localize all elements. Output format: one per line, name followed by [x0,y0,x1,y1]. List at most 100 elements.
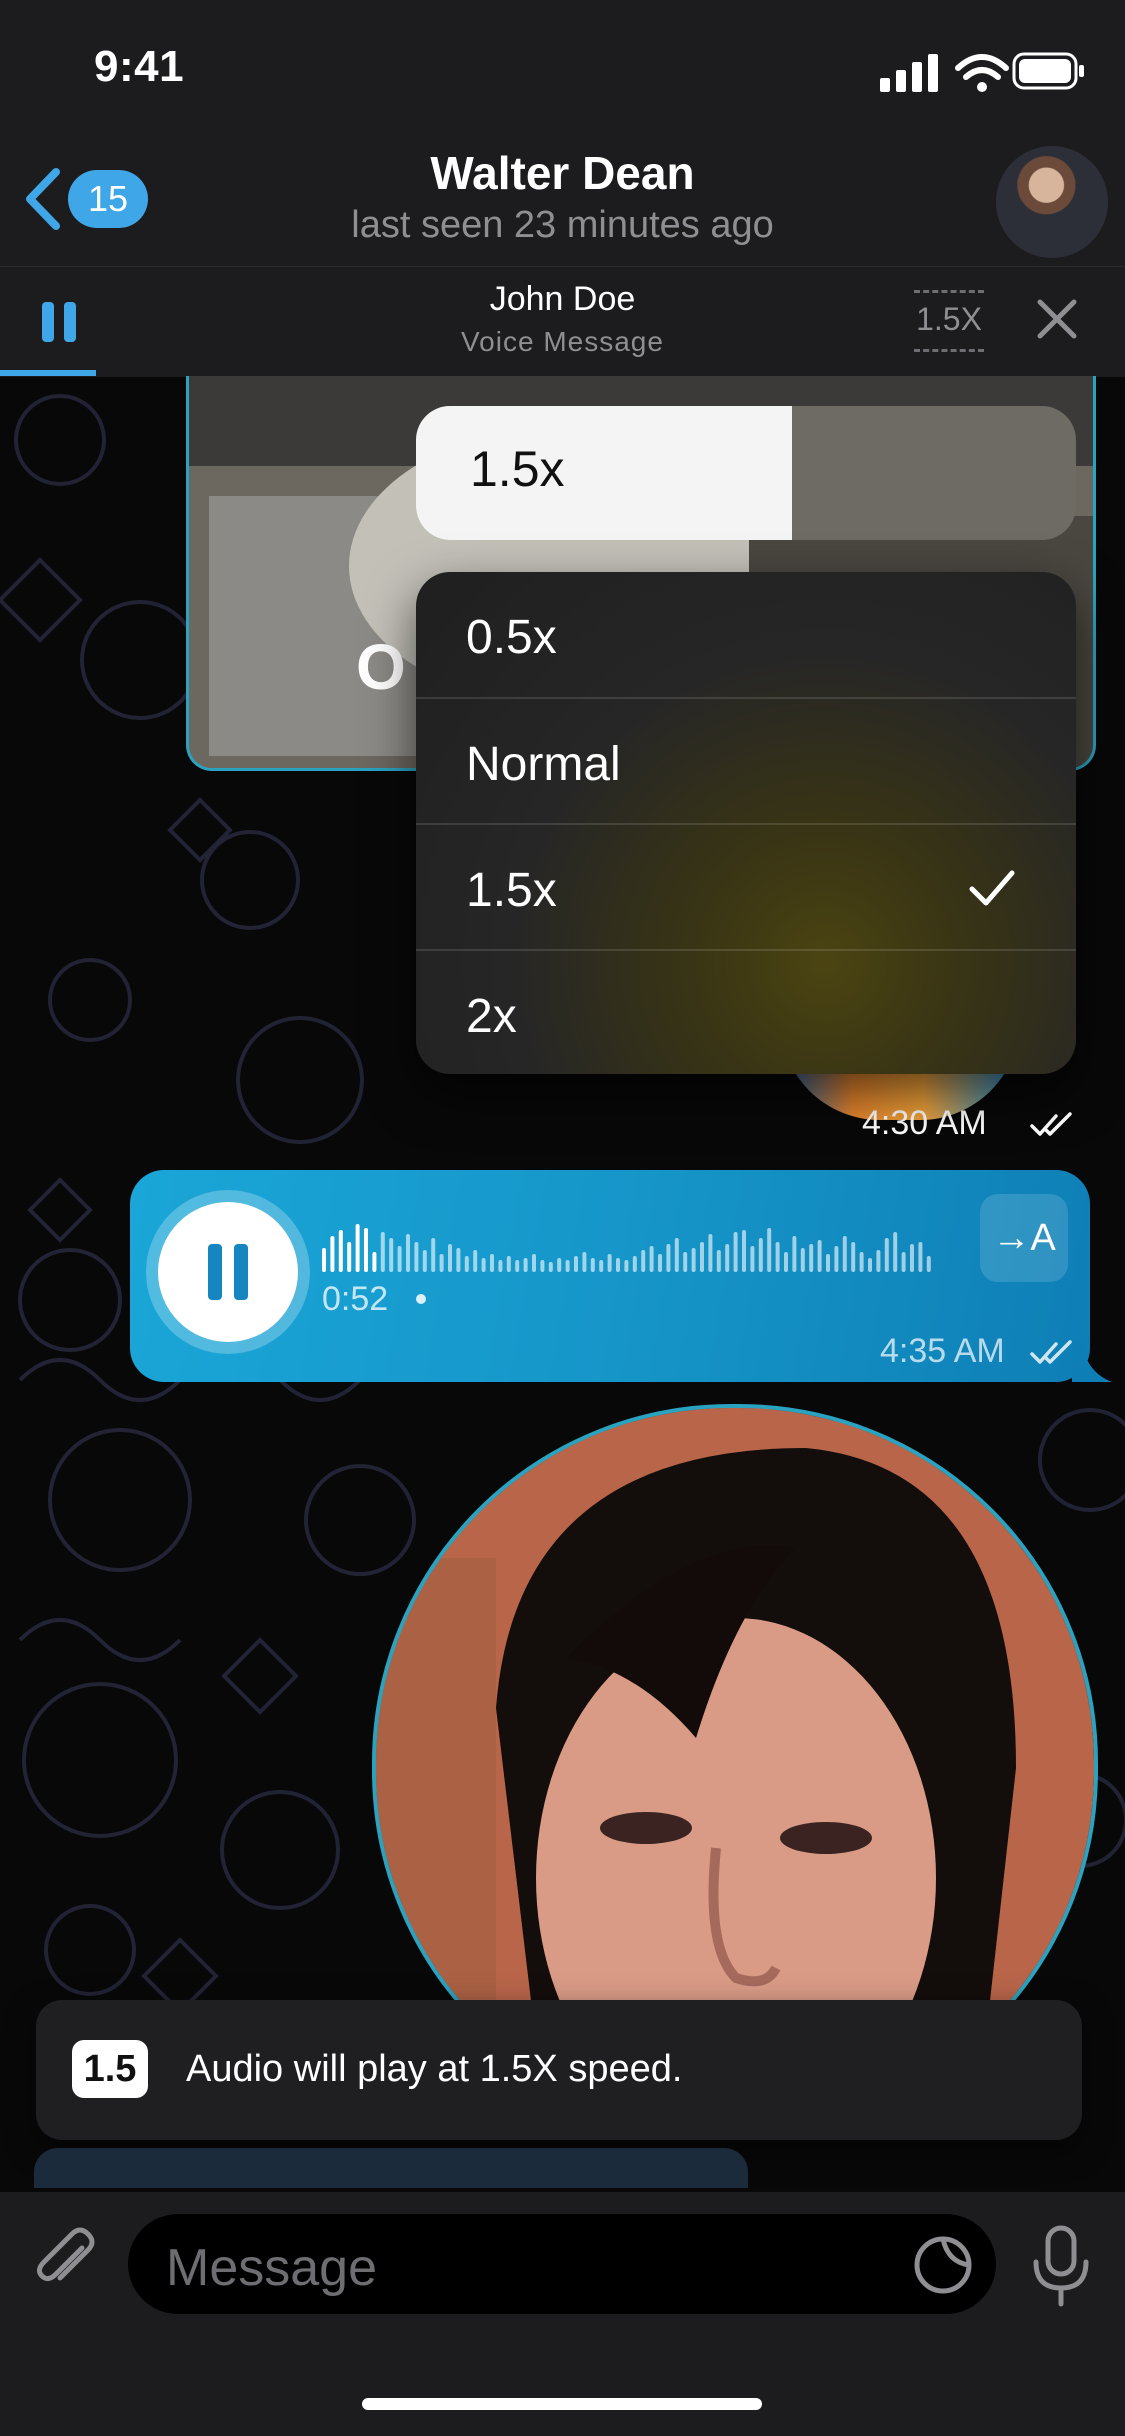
waveform-bar [784,1252,788,1272]
waveform-bar [868,1258,872,1272]
waveform-bar [481,1258,486,1272]
waveform-bar [490,1254,494,1272]
waveform-bar [557,1258,562,1272]
waveform-bar [389,1238,394,1272]
video-caption-text: O [356,631,406,703]
voice-waveform[interactable] [322,1218,942,1274]
waveform-bar [658,1254,662,1272]
waveform-bar [406,1234,410,1272]
status-icons [878,46,1088,96]
speed-badge-icon: 1.5 [72,2040,148,2098]
waveform-bar [851,1242,856,1272]
waveform-bar [582,1252,587,1272]
waveform-bar [422,1250,427,1272]
waveform-bar [414,1242,419,1272]
waveform-bar [641,1250,646,1272]
waveform-bar [700,1242,704,1272]
waveform-bar [742,1230,746,1272]
microphone-icon[interactable] [1028,2224,1094,2308]
waveform-bar [330,1236,335,1272]
transcribe-button[interactable]: →A [980,1194,1068,1282]
read-checkmarks-icon [1030,1340,1074,1366]
waveform-bar [708,1234,713,1272]
waveform-bar [792,1236,797,1272]
speed-option-0-5x[interactable]: 0.5x [416,572,1076,697]
status-time: 9:41 [94,42,185,91]
waveform-bar [448,1244,452,1272]
attach-icon[interactable] [30,2226,102,2298]
waveform-bar [431,1238,436,1272]
chat-title[interactable]: Walter Dean [0,146,1125,200]
waveform-bar [674,1238,679,1272]
speed-slider-value: 1.5x [470,441,565,497]
waveform-bar [439,1254,444,1272]
bubble-tail [1072,1342,1112,1382]
waveform-bar [800,1248,805,1272]
waveform-bar [624,1260,629,1272]
waveform-bar [775,1242,780,1272]
waveform-bar [809,1244,814,1272]
close-icon[interactable] [1034,296,1080,342]
waveform-bar [876,1250,881,1272]
read-checkmarks-icon [1030,1112,1074,1138]
voice-duration: 0:52 [322,1280,389,1318]
waveform-bar [817,1240,822,1272]
waveform-bar [473,1250,478,1272]
contact-avatar[interactable] [996,146,1108,258]
waveform-bar [599,1260,604,1272]
waveform-bar [498,1260,503,1272]
waveform-bar [338,1230,343,1272]
speed-option-normal[interactable]: Normal [416,699,1076,824]
waveform-bar [901,1252,906,1272]
waveform-bar [733,1232,738,1272]
waveform-bar [716,1250,721,1272]
waveform-bar [532,1254,536,1272]
player-progress-bar [0,370,96,376]
checkmark-icon [968,869,1016,909]
waveform-bar [523,1258,528,1272]
waveform-bar [683,1252,688,1272]
speed-option-1-5x[interactable]: 1.5x [416,825,1076,950]
waveform-bar [574,1256,578,1272]
waveform-bar [506,1256,511,1272]
waveform-bar [607,1254,612,1272]
waveform-bar [322,1248,326,1272]
waveform-bar [616,1258,620,1272]
speed-option-label: Normal [466,738,621,791]
waveform-bar [884,1238,889,1272]
waveform-bar [918,1242,923,1272]
waveform-bar [548,1262,553,1272]
waveform-bar [758,1238,763,1272]
waveform-bar [380,1232,385,1272]
playback-speed-icon[interactable]: 1.5X [914,290,984,352]
waveform-bar [926,1256,931,1272]
waveform-bar [397,1246,402,1272]
message-bubble-partial [34,2148,748,2188]
speed-option-label: 0.5x [466,611,557,664]
waveform-bar [859,1252,864,1272]
waveform-bar [842,1236,847,1272]
waveform-bar [540,1260,545,1272]
waveform-bar [632,1256,637,1272]
waveform-bar [364,1228,368,1272]
toast-message: Audio will play at 1.5X speed. [186,2048,683,2090]
waveform-bar [691,1248,696,1272]
message-placeholder: Message [166,2239,377,2297]
waveform-bar [826,1254,830,1272]
chat-subtitle: last seen 23 minutes ago [351,204,774,246]
unplayed-dot [416,1294,426,1304]
waveform-bar [767,1228,772,1272]
speed-option-label: 1.5x [466,864,557,917]
waveform-bar [372,1252,377,1272]
waveform-bar [515,1260,520,1272]
waveform-bar [649,1246,654,1272]
waveform-bar [834,1246,839,1272]
waveform-bar [456,1248,461,1272]
message-time: 4:30 AM [862,1104,987,1142]
sticker-icon[interactable] [912,2234,974,2296]
waveform-bar [355,1224,360,1272]
waveform-bar [725,1244,730,1272]
pause-icon [208,1242,248,1302]
speed-option-label: 2x [466,990,517,1043]
speed-option-2x[interactable]: 2x [416,951,1076,1076]
